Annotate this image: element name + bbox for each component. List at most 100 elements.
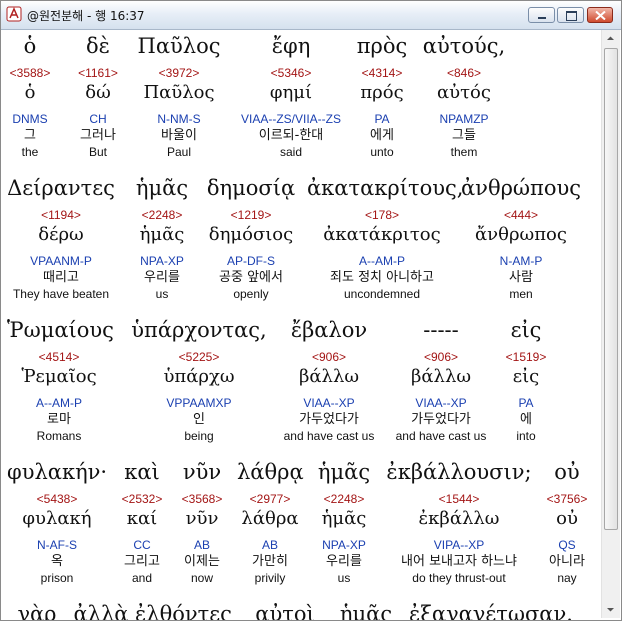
- lemma: καί: [126, 508, 158, 529]
- lemma: εἰς: [512, 366, 540, 387]
- korean-gloss: 에: [520, 412, 532, 427]
- parsing-code: AB: [193, 538, 210, 552]
- greek-word: ὑπάρχοντας,: [131, 318, 267, 342]
- app-icon[interactable]: [6, 6, 22, 22]
- greek-word: ἀκατακρίτους,: [307, 176, 464, 200]
- scroll-down-arrow-icon[interactable]: [602, 601, 619, 618]
- strong-number[interactable]: <2248>: [313, 492, 375, 506]
- window-title: @원전분해 - 행 16:37: [27, 9, 145, 23]
- greek-word: αὐτοὶ: [255, 602, 315, 620]
- lemma: δέρω: [38, 224, 84, 245]
- close-button[interactable]: [587, 7, 613, 23]
- parsing-code: PA: [374, 112, 390, 126]
- english-gloss: men: [509, 287, 533, 301]
- parsing-code: N-NM-S: [157, 112, 201, 126]
- greek-word: δὲ: [86, 34, 110, 58]
- parsing-code: VIAA--ZS/VIIA--ZS: [240, 112, 341, 126]
- lemma: φημί: [269, 82, 313, 103]
- korean-gloss: 인: [193, 412, 205, 427]
- strong-number[interactable]: <2532>: [113, 492, 171, 506]
- english-gloss: and have cast us: [283, 429, 375, 443]
- strong-number[interactable]: <1194>: [7, 208, 115, 222]
- strong-number[interactable]: <4314>: [351, 66, 413, 80]
- english-gloss: us: [155, 287, 169, 301]
- scrollbar-thumb[interactable]: [604, 48, 618, 530]
- scroll-up-arrow-icon[interactable]: [602, 30, 619, 47]
- korean-gloss: 때리고: [43, 270, 79, 285]
- english-gloss: openly: [233, 287, 269, 301]
- lemma: αὐτός: [437, 82, 491, 103]
- interlinear-view[interactable]: ὁ <3588> ὁ DNMS 그 the δὲ <1161> δώ CH 그러…: [1, 30, 601, 620]
- strong-number[interactable]: <1519>: [495, 350, 557, 364]
- greek-word: ἐλθόντες: [135, 602, 232, 620]
- strong-number[interactable]: <5225>: [125, 350, 273, 364]
- korean-gloss: 옥: [51, 554, 63, 569]
- strong-number[interactable]: <1161>: [69, 66, 127, 80]
- strong-number[interactable]: <444>: [461, 208, 581, 222]
- greek-word: Ῥωμαίους: [7, 318, 114, 342]
- parsing-code: DNMS: [12, 112, 48, 126]
- parsing-code: VIAA--XP: [415, 396, 467, 410]
- korean-gloss: 에게: [370, 128, 394, 143]
- parsing-code: AP-DF-S: [227, 254, 275, 268]
- lemma: ἄνθρωπος: [475, 224, 567, 245]
- english-gloss: into: [516, 429, 536, 443]
- strong-number[interactable]: <2248>: [131, 208, 193, 222]
- parsing-code: NPA-XP: [322, 538, 366, 552]
- korean-gloss: 가두었다가: [299, 412, 359, 427]
- greek-word: Δείραντες: [7, 176, 115, 200]
- greek-word: ἀνθρώπους: [461, 176, 582, 200]
- strong-number[interactable]: <3568>: [173, 492, 231, 506]
- greek-word: ἡμᾶς: [317, 460, 371, 484]
- strong-number[interactable]: <906>: [277, 350, 381, 364]
- parsing-code: VPPAAMXP: [166, 396, 232, 410]
- lemma: οὐ: [556, 508, 578, 529]
- korean-gloss: 우리를: [326, 554, 362, 569]
- greek-word: ἀλλὰ: [73, 602, 129, 620]
- greek-word: ἡμᾶς: [135, 176, 189, 200]
- lemma: ἐκβάλλω: [418, 508, 500, 529]
- strong-number[interactable]: <3588>: [1, 66, 59, 80]
- strong-number[interactable]: <906>: [389, 350, 493, 364]
- title-bar[interactable]: @원전분해 - 행 16:37: [1, 1, 621, 30]
- greek-word: ἐκβάλλουσιν;: [386, 460, 532, 484]
- lemma: βάλλω: [298, 366, 360, 387]
- strong-number[interactable]: <4514>: [7, 350, 111, 364]
- strong-number[interactable]: <1544>: [385, 492, 533, 506]
- lemma: λάθρα: [241, 508, 299, 529]
- strong-number[interactable]: <5438>: [7, 492, 107, 506]
- korean-gloss: 로마: [47, 412, 71, 427]
- greek-word: πρὸς: [356, 34, 408, 58]
- parsing-code: N-AM-P: [499, 254, 543, 268]
- korean-gloss: 죄도 정치 아니하고: [330, 270, 434, 285]
- interlinear-row: ὁ <3588> ὁ DNMS 그 the δὲ <1161> δώ CH 그러…: [1, 30, 601, 175]
- close-icon: [595, 11, 606, 20]
- strong-number[interactable]: <1219>: [201, 208, 301, 222]
- parsing-code: PA: [518, 396, 534, 410]
- lemma: δώ: [85, 82, 111, 103]
- strong-number[interactable]: <3756>: [537, 492, 597, 506]
- strong-number[interactable]: <2977>: [237, 492, 303, 506]
- strong-number[interactable]: <178>: [307, 208, 457, 222]
- vertical-scrollbar[interactable]: [601, 30, 620, 618]
- english-gloss: uncondemned: [343, 287, 421, 301]
- english-gloss: nay: [557, 571, 577, 585]
- maximize-button[interactable]: [557, 7, 584, 23]
- korean-gloss: 우리를: [144, 270, 180, 285]
- korean-gloss: 그러나: [80, 128, 116, 143]
- lemma: ἡμᾶς: [139, 224, 185, 245]
- greek-word: γὰρ: [17, 602, 57, 620]
- parsing-code: CC: [133, 538, 151, 552]
- korean-gloss: 그리고: [124, 554, 160, 569]
- minimize-button[interactable]: [528, 7, 555, 23]
- lemma: ὁ: [24, 82, 36, 103]
- greek-word: εἰς: [510, 318, 542, 342]
- lemma: δημόσιος: [208, 224, 294, 245]
- parsing-code: VIPA--XP: [433, 538, 485, 552]
- parsing-code: CH: [89, 112, 107, 126]
- lemma: ὑπάρχω: [163, 366, 235, 387]
- strong-number[interactable]: <846>: [419, 66, 509, 80]
- strong-number[interactable]: <5346>: [231, 66, 351, 80]
- korean-gloss: 내어 보내고자 하느냐: [401, 554, 517, 569]
- strong-number[interactable]: <3972>: [133, 66, 225, 80]
